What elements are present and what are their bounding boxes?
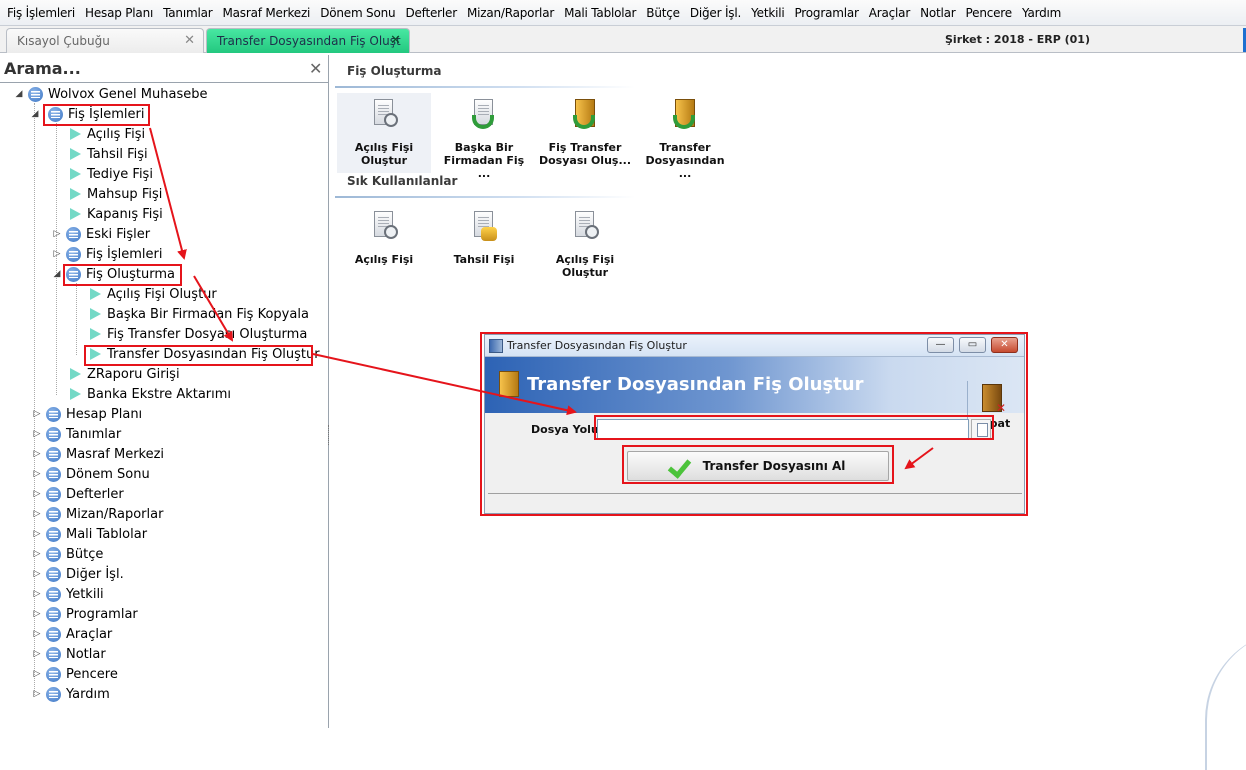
annotation-arrows: [149, 127, 934, 470]
annotation-arrow: [312, 353, 577, 416]
annotation-arrow: [904, 447, 934, 470]
annotation-arrow: [193, 275, 234, 342]
annotation-arrow: [149, 127, 187, 260]
